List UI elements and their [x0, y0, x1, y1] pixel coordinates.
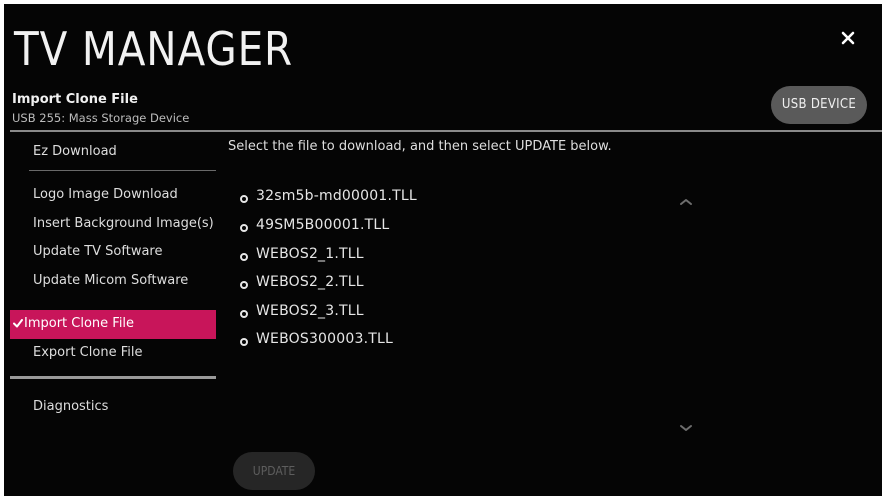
sidebar-item-import-clone-file[interactable]: Import Clone File [10, 310, 216, 339]
section-title: Import Clone File [12, 92, 138, 107]
sidebar-item-ez-download[interactable]: Ez Download [10, 138, 216, 166]
radio-dot-icon [240, 224, 248, 232]
file-item[interactable]: WEBOS2_2.TLL [240, 274, 540, 298]
sidebar-divider [29, 170, 216, 171]
sidebar-item-label: Export Clone File [33, 345, 143, 360]
update-button[interactable]: UPDATE [233, 452, 315, 490]
sidebar-item-logo-image-download[interactable]: Logo Image Download [10, 181, 216, 209]
radio-dot-icon [240, 338, 248, 346]
file-item[interactable]: WEBOS2_1.TLL [240, 246, 540, 270]
sidebar-item-label: Import Clone File [24, 316, 135, 331]
sidebar-item-label: Update TV Software [33, 244, 163, 259]
file-item[interactable]: WEBOS2_3.TLL [240, 303, 540, 327]
radio-dot-icon [240, 253, 248, 261]
radio-dot-icon [240, 310, 248, 318]
sidebar-item-label: Insert Background Image(s) [33, 216, 214, 231]
file-item[interactable]: 32sm5b-md00001.TLL [240, 188, 540, 212]
file-item[interactable]: 49SM5B00001.TLL [240, 217, 540, 241]
close-button[interactable] [840, 30, 856, 46]
sidebar-item-label: Logo Image Download [33, 187, 178, 202]
file-name: 49SM5B00001.TLL [256, 217, 390, 233]
device-label: USB 255: Mass Storage Device [12, 111, 190, 125]
tv-manager-screen: TV MANAGER Import Clone File USB 255: Ma… [4, 4, 882, 496]
sidebar-item-update-micom-software[interactable]: Update Micom Software [10, 267, 216, 295]
file-name: WEBOS2_3.TLL [256, 303, 364, 319]
radio-dot-icon [240, 281, 248, 289]
sidebar-item-label: Update Micom Software [33, 273, 189, 288]
radio-dot-icon [240, 195, 248, 203]
sidebar-item-label: Ez Download [33, 144, 117, 159]
usb-device-button[interactable]: USB DEVICE [771, 86, 867, 124]
sidebar-item-update-tv-software[interactable]: Update TV Software [10, 238, 216, 266]
header-divider [10, 130, 882, 132]
file-name: WEBOS300003.TLL [256, 331, 393, 347]
chevron-up-icon [680, 199, 692, 205]
sidebar-divider [10, 376, 216, 379]
close-icon [841, 31, 855, 45]
instruction-text: Select the file to download, and then se… [228, 139, 612, 154]
sidebar-item-diagnostics[interactable]: Diagnostics [10, 393, 216, 421]
sidebar-item-label: Diagnostics [33, 399, 109, 414]
chevron-down-icon [680, 425, 692, 431]
page-title: TV MANAGER [14, 22, 294, 76]
file-name: WEBOS2_2.TLL [256, 274, 364, 290]
checkmark-icon [13, 319, 23, 328]
sidebar-item-insert-background-images[interactable]: Insert Background Image(s) [10, 210, 216, 238]
scroll-down-button[interactable] [678, 418, 694, 431]
scroll-up-button[interactable] [678, 192, 694, 205]
file-name: 32sm5b-md00001.TLL [256, 188, 417, 204]
file-name: WEBOS2_1.TLL [256, 246, 364, 262]
file-item[interactable]: WEBOS300003.TLL [240, 331, 540, 355]
sidebar-item-export-clone-file[interactable]: Export Clone File [10, 339, 216, 367]
